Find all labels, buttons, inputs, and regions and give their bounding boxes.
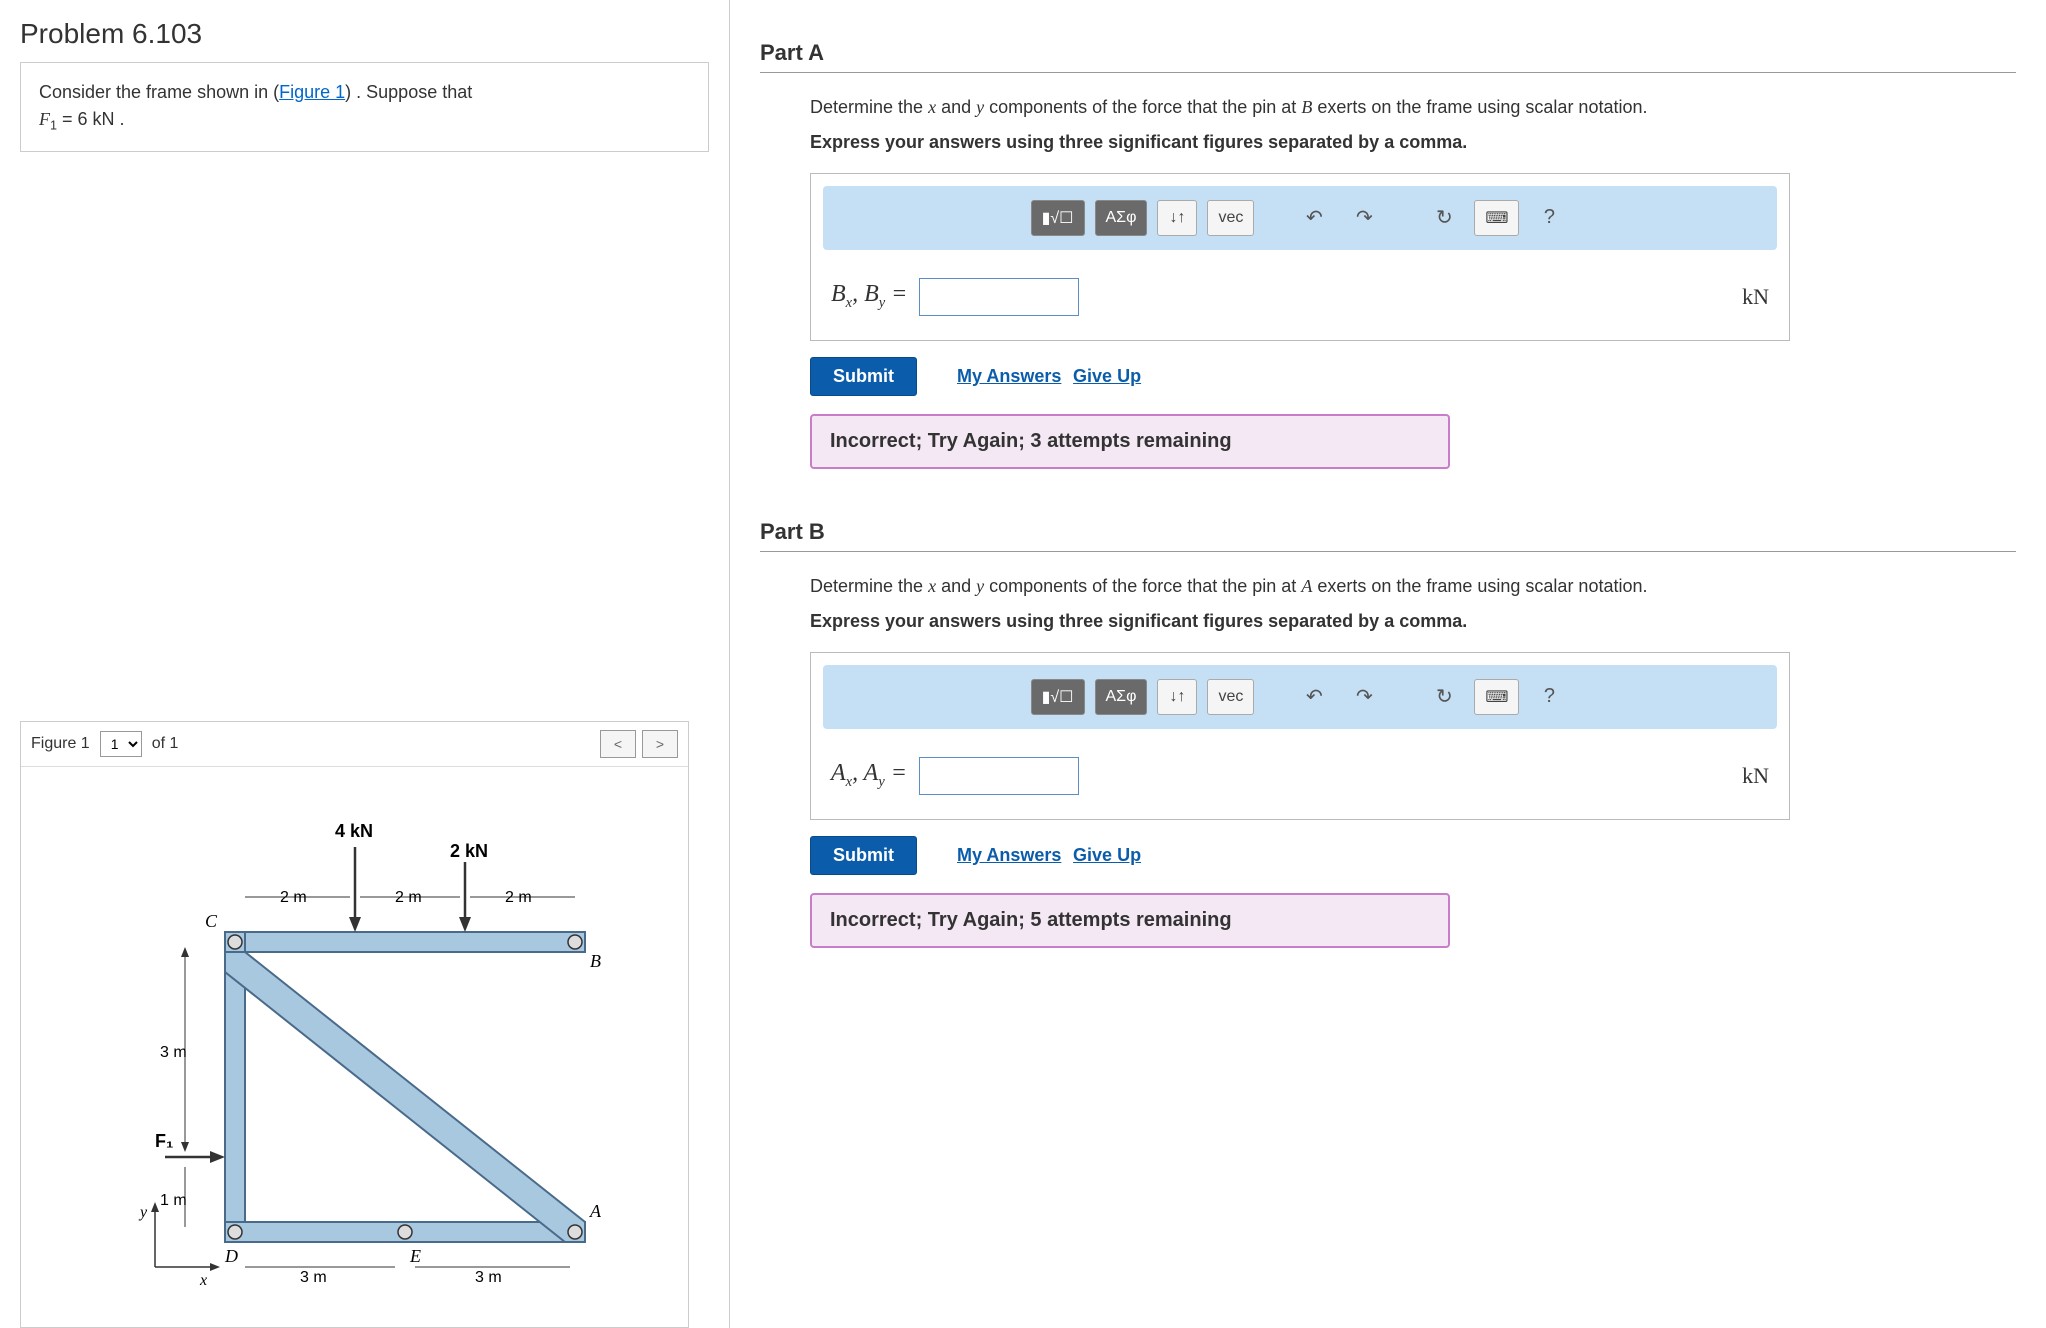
var-F-sub: 1 [50, 119, 57, 133]
help-button[interactable]: ? [1529, 200, 1569, 236]
part-a-instruction: Express your answers using three signifi… [810, 132, 2016, 153]
reset-button[interactable]: ↻ [1424, 200, 1464, 236]
svg-text:3 m: 3 m [475, 1269, 502, 1286]
problem-title: Problem 6.103 [0, 0, 729, 62]
reset-button[interactable]: ↻ [1424, 679, 1464, 715]
svg-text:2 m: 2 m [395, 889, 422, 906]
svg-text:D: D [224, 1246, 238, 1266]
subscript-button[interactable]: ↓↑ [1157, 679, 1197, 715]
svg-text:C: C [205, 911, 218, 931]
part-b-answer-input[interactable] [919, 757, 1079, 795]
svg-text:2 m: 2 m [505, 889, 532, 906]
part-b-feedback: Incorrect; Try Again; 5 attempts remaini… [810, 893, 1450, 948]
part-b-give-up-link[interactable]: Give Up [1073, 845, 1141, 865]
svg-text:3 m: 3 m [300, 1269, 327, 1286]
part-a-feedback: Incorrect; Try Again; 3 attempts remaini… [810, 414, 1450, 469]
svg-text:E: E [409, 1246, 421, 1266]
part-a-answer-input[interactable] [919, 278, 1079, 316]
var-F: F [39, 109, 50, 129]
help-button[interactable]: ? [1529, 679, 1569, 715]
part-a-var-label: Bx, By = [831, 281, 907, 312]
part-b-my-answers-link[interactable]: My Answers [957, 845, 1061, 865]
part-b-var-label: Ax, Ay = [831, 760, 907, 791]
part-b-submit-button[interactable]: Submit [810, 836, 917, 875]
part-b-title: Part B [760, 519, 2016, 552]
figure-prev-button[interactable]: < [600, 730, 636, 758]
figure-link[interactable]: Figure 1 [279, 82, 345, 102]
figure-of-text: of 1 [152, 735, 179, 753]
given-value: = 6 kN . [57, 109, 125, 129]
undo-button[interactable]: ↶ [1294, 200, 1334, 236]
figure-next-button[interactable]: > [642, 730, 678, 758]
redo-button[interactable]: ↷ [1344, 200, 1384, 236]
vec-button[interactable]: vec [1207, 679, 1254, 715]
frame-diagram: y x 4 kN [95, 787, 615, 1307]
template-button[interactable]: ▮√☐ [1031, 200, 1085, 236]
intro-text: Consider the frame shown in ( [39, 82, 279, 102]
equation-toolbar-b: ▮√☐ ΑΣφ ↓↑ vec ↶ ↷ ↻ ⌨ ? [823, 665, 1777, 729]
figure-panel: Figure 1 1 of 1 < > y x [20, 721, 689, 1328]
svg-text:3 m: 3 m [160, 1044, 187, 1061]
svg-text:B: B [590, 951, 601, 971]
part-a-unit: kN [1742, 284, 1769, 310]
part-a-submit-button[interactable]: Submit [810, 357, 917, 396]
template-button[interactable]: ▮√☐ [1031, 679, 1085, 715]
svg-text:2 m: 2 m [280, 889, 307, 906]
greek-button[interactable]: ΑΣφ [1095, 679, 1148, 715]
part-a-desc: Determine the x and y components of the … [810, 93, 2016, 122]
part-a-my-answers-link[interactable]: My Answers [957, 366, 1061, 386]
intro-text-2: ) . Suppose that [345, 82, 472, 102]
keyboard-button[interactable]: ⌨ [1474, 679, 1519, 715]
figure-header: Figure 1 1 of 1 < > [21, 722, 688, 767]
svg-text:A: A [589, 1201, 602, 1221]
svg-text:y: y [138, 1204, 148, 1221]
redo-button[interactable]: ↷ [1344, 679, 1384, 715]
svg-text:F₁: F₁ [155, 1131, 173, 1151]
part-a-title: Part A [760, 40, 2016, 73]
figure-content: y x 4 kN [21, 767, 688, 1327]
part-b-instruction: Express your answers using three signifi… [810, 611, 2016, 632]
part-b-answer-box: ▮√☐ ΑΣφ ↓↑ vec ↶ ↷ ↻ ⌨ ? Ax, Ay = kN [810, 652, 1790, 820]
undo-button[interactable]: ↶ [1294, 679, 1334, 715]
part-b-desc: Determine the x and y components of the … [810, 572, 2016, 601]
part-a-section: Part A Determine the x and y components … [760, 40, 2016, 469]
figure-label: Figure 1 [31, 735, 90, 753]
subscript-button[interactable]: ↓↑ [1157, 200, 1197, 236]
svg-text:1 m: 1 m [160, 1192, 187, 1209]
part-a-give-up-link[interactable]: Give Up [1073, 366, 1141, 386]
svg-text:4 kN: 4 kN [335, 821, 373, 841]
part-b-section: Part B Determine the x and y components … [760, 519, 2016, 948]
vec-button[interactable]: vec [1207, 200, 1254, 236]
keyboard-button[interactable]: ⌨ [1474, 200, 1519, 236]
problem-statement: Consider the frame shown in (Figure 1) .… [20, 62, 709, 152]
part-b-unit: kN [1742, 763, 1769, 789]
svg-text:2 kN: 2 kN [450, 841, 488, 861]
equation-toolbar: ▮√☐ ΑΣφ ↓↑ vec ↶ ↷ ↻ ⌨ ? [823, 186, 1777, 250]
greek-button[interactable]: ΑΣφ [1095, 200, 1148, 236]
svg-text:x: x [199, 1272, 207, 1289]
figure-select[interactable]: 1 [100, 731, 142, 757]
part-a-answer-box: ▮√☐ ΑΣφ ↓↑ vec ↶ ↷ ↻ ⌨ ? Bx, By = kN [810, 173, 1790, 341]
